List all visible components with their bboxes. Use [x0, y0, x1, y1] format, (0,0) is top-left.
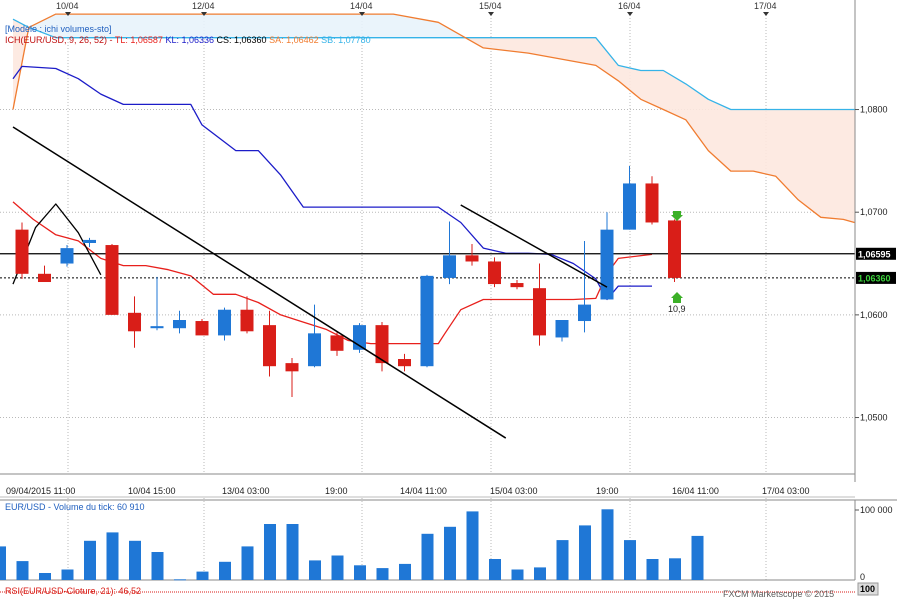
x-tick-label: 19:00	[596, 486, 619, 496]
price-level-value: 1,06595	[858, 249, 891, 259]
volume-bar	[534, 567, 546, 580]
price-panel-bg	[0, 12, 855, 474]
volume-bar	[601, 509, 614, 580]
volume-bar	[129, 540, 141, 580]
candle-body	[555, 320, 569, 338]
rsi-axis-tick: 100	[860, 584, 875, 594]
signal-value: 10,9	[668, 304, 686, 314]
x-tick-label: 16/04 11:00	[672, 486, 719, 496]
legend-ichimoku: ICH(EUR/USD, 9, 26, 52)	[5, 35, 107, 45]
volume-label: EUR/USD - Volume du tick: 60 910	[5, 502, 145, 512]
top-date-label: 15/04	[479, 1, 502, 11]
candle-body	[60, 248, 74, 264]
volume-bar	[264, 524, 276, 580]
x-tick-label: 14/04 11:00	[400, 486, 447, 496]
indicator-legend: ICH(EUR/USD, 9, 26, 52) - TL: 1,06587 KL…	[5, 35, 371, 45]
rsi-label: RSI(EUR/USD-Cloture, 21): 46,52	[5, 586, 141, 596]
volume-bar	[399, 563, 411, 580]
candle-body	[578, 304, 591, 322]
candle-body	[195, 321, 209, 336]
candle-body	[240, 309, 254, 332]
y-tick-label: 1,0800	[860, 105, 888, 115]
candle-body	[83, 239, 96, 243]
volume-bar	[466, 511, 479, 580]
legend-tenkan: TL: 1,06587	[115, 35, 163, 45]
volume-bar	[39, 573, 51, 580]
volume-bar	[444, 526, 456, 580]
x-tick-label: 15/04 03:00	[490, 486, 538, 496]
volume-bar	[646, 559, 659, 580]
volume-bar	[354, 565, 366, 580]
volume-bar	[61, 569, 74, 580]
volume-bar	[579, 525, 591, 580]
top-date-label: 16/04	[618, 1, 641, 11]
volume-bar	[624, 540, 636, 580]
volume-bar	[16, 561, 29, 580]
legend-senkou-a: SA: 1,06462	[269, 35, 319, 45]
y-tick-label: 1,0600	[860, 310, 888, 320]
volume-bar	[219, 561, 231, 580]
template-label: [Modèle : ichi volumes-sto]	[5, 24, 112, 34]
volume-bar	[669, 558, 681, 580]
x-tick-label: 10/04 15:00	[128, 486, 176, 496]
candle-body	[105, 245, 119, 315]
top-date-label: 14/04	[350, 1, 373, 11]
volume-tick-label: 100 000	[860, 505, 893, 515]
candle-body	[488, 261, 501, 285]
volume-bar	[106, 532, 119, 580]
price-level-value: 1,06360	[858, 273, 891, 283]
candle-body	[308, 333, 321, 367]
volume-bar	[421, 533, 434, 580]
candle-body	[128, 312, 141, 332]
volume-bar	[0, 546, 6, 580]
volume-bar	[489, 559, 501, 580]
legend-chikou: CS: 1,06360	[217, 35, 267, 45]
candle-body	[443, 255, 456, 278]
candle-body	[15, 229, 29, 274]
volume-bar	[331, 555, 344, 580]
x-tick-label: 17/04 03:00	[762, 486, 810, 496]
top-date-label: 10/04	[56, 1, 79, 11]
legend-senkou-b: SB: 1,07780	[321, 35, 371, 45]
volume-bar	[84, 540, 96, 580]
volume-bar	[511, 569, 524, 580]
volume-bars	[0, 509, 704, 581]
candle-body	[218, 309, 231, 336]
candle-body	[420, 275, 434, 367]
candle-body	[668, 220, 681, 278]
candle-body	[533, 288, 546, 336]
legend-kijun: KL: 1,06336	[165, 35, 214, 45]
candle-body	[330, 335, 344, 351]
y-tick-label: 1,0500	[860, 413, 888, 423]
candle-body	[645, 183, 659, 223]
volume-bar	[241, 546, 254, 580]
volume-bar	[376, 568, 389, 580]
candle-body	[38, 273, 51, 283]
candle-body	[623, 183, 636, 230]
volume-bar	[286, 524, 299, 580]
candle-body	[510, 283, 524, 288]
volume-bar	[196, 571, 209, 580]
x-tick-label: 09/04/2015 11:00	[6, 486, 75, 496]
candle-body	[285, 363, 299, 372]
candle-body	[173, 320, 186, 329]
top-date-label: 17/04	[754, 1, 777, 11]
candle-body	[600, 229, 614, 300]
volume-tick-label: 0	[860, 572, 865, 582]
candle-body	[398, 359, 411, 367]
volume-bar	[691, 535, 704, 580]
x-tick-label: 13/04 03:00	[222, 486, 270, 496]
candle-body	[263, 325, 276, 367]
candle-body	[150, 326, 164, 329]
volume-bar	[309, 560, 321, 580]
volume-bar	[556, 540, 569, 580]
ichimoku-chart: 1,06595 1,06360 10/04 12/04 14/04 15/04 16/04…	[0, 0, 897, 600]
volume-bar	[151, 552, 164, 580]
watermark: FXCM Marketscope © 2015	[723, 589, 834, 599]
top-date-label: 12/04	[192, 1, 215, 11]
candle-body	[465, 255, 479, 262]
y-tick-label: 1,0700	[860, 207, 888, 217]
volume-bar	[174, 579, 186, 581]
x-tick-label: 19:00	[325, 486, 348, 496]
